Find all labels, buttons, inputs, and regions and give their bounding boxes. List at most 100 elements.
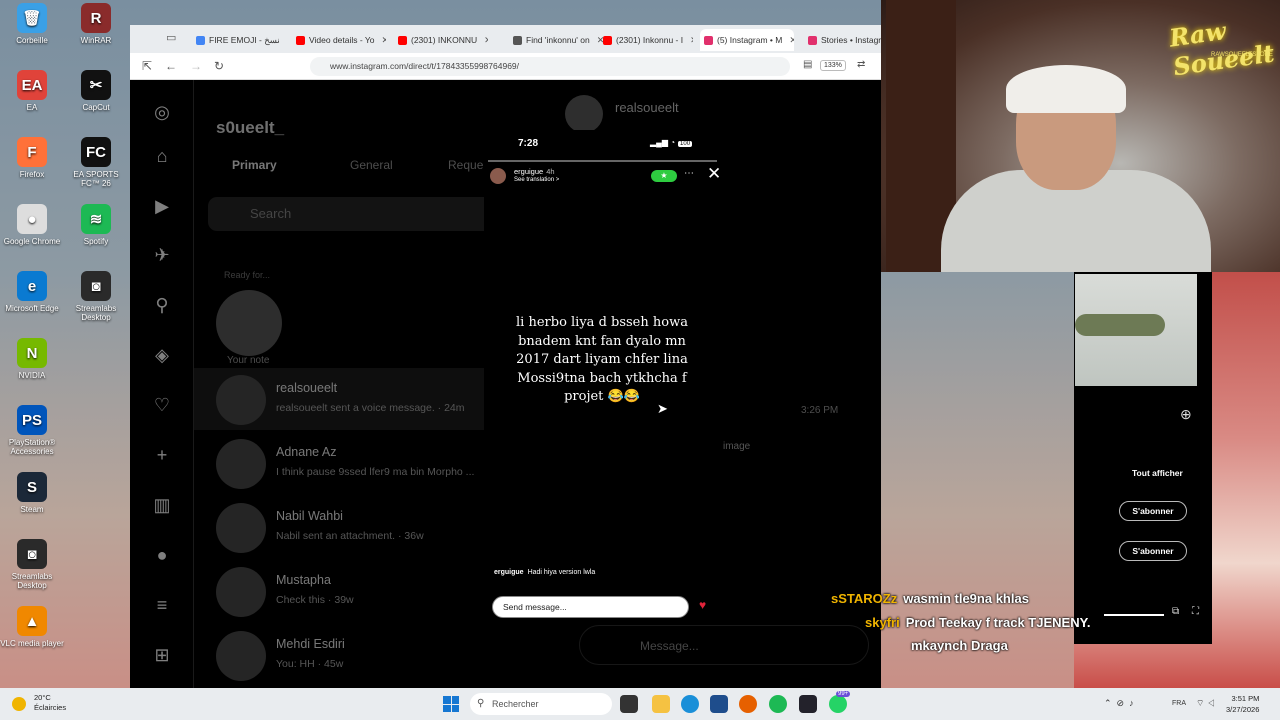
tab-requests[interactable]: Reque bbox=[448, 158, 483, 172]
browser-tab[interactable]: (5) Instagram • M ✕ bbox=[700, 29, 794, 51]
spotify-icon[interactable] bbox=[769, 695, 787, 713]
apps-icon[interactable]: ⊞ bbox=[150, 643, 174, 667]
add-icon[interactable]: ⊕ bbox=[1180, 406, 1192, 423]
reels-icon[interactable]: ▶ bbox=[150, 194, 174, 218]
desktop-icon[interactable]: ◙ Streamlabs Desktop bbox=[64, 271, 128, 322]
desktop-app-icon: ≋ bbox=[81, 204, 111, 234]
thread-name[interactable]: realsoueelt bbox=[615, 100, 679, 115]
insights-icon[interactable]: ▥ bbox=[150, 493, 174, 517]
tab-primary[interactable]: Primary bbox=[232, 158, 277, 172]
reader-icon[interactable]: ▤ bbox=[803, 59, 812, 70]
tab-general[interactable]: General bbox=[350, 158, 393, 172]
language-indicator[interactable]: FRA bbox=[1172, 700, 1186, 707]
desktop-icon[interactable]: ◙ Streamlabs Desktop bbox=[0, 539, 64, 590]
tab-close-icon[interactable]: ✕ bbox=[789, 35, 794, 46]
network-icon[interactable]: ⌔ ◁ bbox=[1196, 698, 1215, 709]
translate-icon[interactable]: ⇄ bbox=[857, 59, 865, 70]
search-icon[interactable]: ⚲ bbox=[150, 293, 174, 317]
tab-actions-icon[interactable]: ▭ bbox=[166, 31, 176, 44]
weather-widget[interactable]: 20°C Éclaircies bbox=[34, 693, 66, 713]
create-icon[interactable]: + bbox=[150, 443, 174, 467]
desktop-icon[interactable]: EA EA bbox=[0, 70, 64, 112]
story-username-text: erguigue bbox=[514, 167, 544, 176]
show-all-link[interactable]: Tout afficher bbox=[1132, 468, 1183, 478]
desktop-icon[interactable]: ▲ VLC media player bbox=[0, 606, 64, 648]
tab-close-icon[interactable]: ✕ bbox=[690, 35, 693, 46]
follow-button[interactable]: S'abonner bbox=[1119, 541, 1187, 561]
desktop-icon[interactable]: R WinRAR bbox=[64, 3, 128, 45]
forward-icon[interactable]: → bbox=[190, 59, 202, 73]
desktop-icon[interactable]: N NVIDIA bbox=[0, 338, 64, 380]
address-bar[interactable]: www.instagram.com/direct/t/1784335599876… bbox=[310, 57, 790, 76]
conversation-preview: I think pause 9ssed lfer9 ma bin Morpho … bbox=[276, 466, 475, 478]
browser-tab[interactable]: Video details - Yo ✕ bbox=[292, 29, 386, 51]
task-view-icon[interactable] bbox=[620, 695, 638, 713]
thread-avatar[interactable] bbox=[565, 95, 603, 133]
system-tray[interactable]: ⌃ ⊘ ♪ bbox=[1104, 698, 1134, 709]
desktop-icon[interactable]: 🗑 Corbeille bbox=[0, 3, 64, 45]
browser-toolbar: ⇱ ← → ↻ www.instagram.com/direct/t/17843… bbox=[130, 53, 881, 80]
tab-label: (5) Instagram • M bbox=[717, 35, 783, 45]
desktop-icon[interactable]: F Firefox bbox=[0, 137, 64, 179]
browser-tab[interactable]: (2301) INKONNU ✕ bbox=[394, 29, 488, 51]
instagram-logo-icon[interactable]: ◎ bbox=[150, 100, 174, 124]
browser-tab[interactable]: FIRE EMOJI - نسخ✕ bbox=[192, 29, 286, 51]
menu-icon[interactable]: ≡ bbox=[150, 593, 174, 617]
desktop-icon-label: Steam bbox=[20, 505, 44, 514]
video-progress[interactable] bbox=[1104, 614, 1164, 616]
desktop-icon[interactable]: S Steam bbox=[0, 472, 64, 514]
send-message-input[interactable]: Send message... bbox=[492, 596, 689, 618]
follow-button[interactable]: S'abonner bbox=[1119, 501, 1187, 521]
browser-tab[interactable]: Stories • Instagra bbox=[804, 29, 881, 51]
profile-icon[interactable]: ● bbox=[150, 543, 174, 567]
desktop-icon-label: Streamlabs Desktop bbox=[11, 572, 53, 590]
file-explorer-icon[interactable] bbox=[652, 695, 670, 713]
desktop-app-icon: ◙ bbox=[81, 271, 111, 301]
taskbar-search-placeholder: Rechercher bbox=[492, 699, 539, 709]
close-icon[interactable]: ✕ bbox=[707, 164, 721, 184]
explore-icon[interactable]: ◈ bbox=[150, 343, 174, 367]
desktop-icon[interactable]: ≋ Spotify bbox=[64, 204, 128, 246]
browser-tab[interactable]: (2301) Inkonnu - I ✕ bbox=[599, 29, 693, 51]
story-username[interactable]: erguigue 4h bbox=[514, 167, 555, 176]
heart-icon[interactable]: ♥ bbox=[699, 598, 706, 612]
desktop-icon[interactable]: PS PlayStation® Accessories bbox=[0, 405, 64, 456]
streamlabs-icon[interactable] bbox=[799, 695, 817, 713]
start-button[interactable] bbox=[443, 696, 459, 712]
weather-icon[interactable] bbox=[12, 697, 26, 711]
clock[interactable]: 3:51 PM 3/27/2026 bbox=[1226, 693, 1259, 715]
firefox-icon[interactable] bbox=[739, 695, 757, 713]
story-header: erguigue 4h See translation > ★ ⋯ bbox=[488, 166, 717, 186]
see-translation-link[interactable]: See translation > bbox=[514, 177, 559, 183]
search-input[interactable]: Search bbox=[208, 197, 498, 231]
desktop-icon[interactable]: FC EA SPORTS FC™ 26 bbox=[64, 137, 128, 188]
conversation-name: Mehdi Esdiri bbox=[276, 637, 345, 651]
fullscreen-icon[interactable]: ⛶ bbox=[1192, 606, 1199, 617]
edge-icon[interactable] bbox=[681, 695, 699, 713]
note-avatar[interactable] bbox=[216, 290, 282, 356]
story-avatar[interactable] bbox=[490, 168, 506, 184]
back-icon[interactable]: ← bbox=[165, 59, 177, 73]
desktop-app-icon: N bbox=[17, 338, 47, 368]
desktop-icon[interactable]: e Microsoft Edge bbox=[0, 271, 64, 313]
store-icon[interactable] bbox=[710, 695, 728, 713]
whatsapp-icon[interactable] bbox=[829, 695, 847, 713]
desktop-icon[interactable]: ● Google Chrome bbox=[0, 204, 64, 246]
more-options-icon[interactable]: ⋯ bbox=[684, 168, 694, 179]
taskbar-search[interactable]: ⚲ Rechercher bbox=[470, 693, 612, 715]
message-input[interactable]: Message... bbox=[579, 625, 869, 665]
notifications-icon[interactable]: ♡ bbox=[150, 393, 174, 417]
zoom-level[interactable]: 133% bbox=[820, 60, 846, 71]
split-view-icon[interactable]: ⇱ bbox=[142, 59, 152, 73]
reply-text: Hadi hiya version lwla bbox=[527, 569, 596, 576]
messages-icon[interactable]: ✈ bbox=[150, 243, 174, 267]
desktop-icon[interactable]: ✂ CapCut bbox=[64, 70, 128, 112]
browser-tab[interactable]: Find 'inkonnu' on ✕ bbox=[509, 29, 603, 51]
reload-icon[interactable]: ↻ bbox=[214, 59, 224, 73]
home-icon[interactable]: ⌂ bbox=[150, 144, 174, 168]
conversation-item[interactable]: Mehdi Esdiri You: HH · 45w bbox=[194, 624, 549, 686]
pip-icon[interactable]: ⧉ bbox=[1172, 606, 1179, 617]
account-username[interactable]: s0ueelt_ bbox=[216, 118, 284, 138]
tab-close-icon[interactable]: ✕ bbox=[484, 35, 488, 46]
tab-close-icon[interactable]: ✕ bbox=[382, 35, 386, 46]
